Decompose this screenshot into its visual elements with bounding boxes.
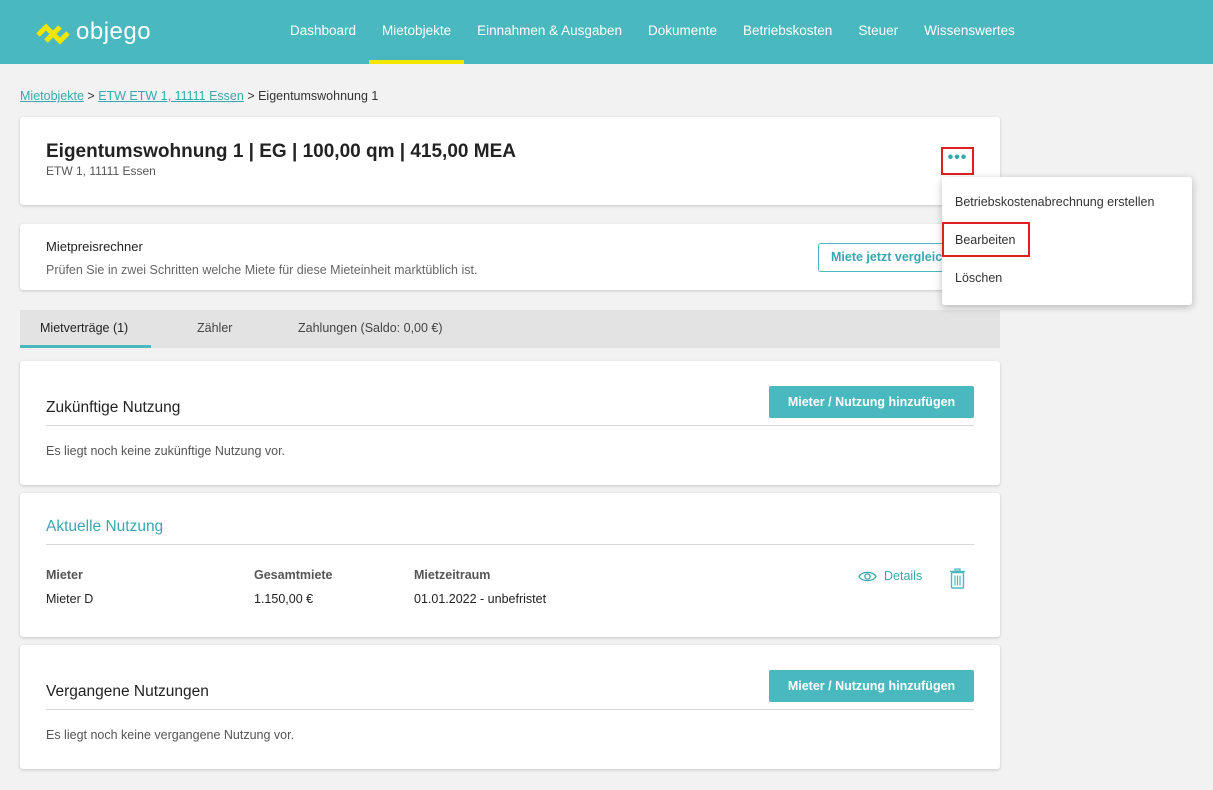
column-header-period: Mietzeitraum bbox=[414, 568, 491, 582]
tab-zaehler[interactable]: Zähler bbox=[197, 310, 232, 348]
more-options-menu: Betriebskostenabrechnung erstellen Bearb… bbox=[942, 177, 1192, 305]
unit-address: ETW 1, 11111 Essen bbox=[46, 164, 156, 178]
menu-item-delete[interactable]: Löschen bbox=[955, 271, 1002, 285]
top-navigation-bar: objego Dashboard Mietobjekte Einnahmen &… bbox=[0, 0, 1213, 64]
page-title: Eigentumswohnung 1 | EG | 100,00 qm | 41… bbox=[46, 141, 516, 162]
section-title: Vergangene Nutzungen bbox=[46, 683, 209, 700]
trash-icon bbox=[950, 568, 965, 589]
logo-text: objego bbox=[76, 18, 152, 45]
rental-period-value: 01.01.2022 - unbefristet bbox=[414, 592, 547, 606]
past-usage-card: Vergangene Nutzungen Mieter / Nutzung hi… bbox=[20, 645, 1000, 769]
nav-item-mietobjekte[interactable]: Mietobjekte bbox=[369, 0, 465, 64]
empty-state-text: Es liegt noch keine zukünftige Nutzung v… bbox=[46, 444, 286, 458]
objego-logo-icon bbox=[36, 23, 70, 45]
rent-calculator-title: Mietpreisrechner bbox=[46, 239, 143, 254]
menu-item-create-cost-statement[interactable]: Betriebskostenabrechnung erstellen bbox=[955, 195, 1154, 209]
breadcrumb: Mietobjekte > ETW ETW 1, 11111 Essen > E… bbox=[20, 89, 378, 103]
column-header-total-rent: Gesamtmiete bbox=[254, 568, 333, 582]
rent-calculator-description: Prüfen Sie in zwei Schritten welche Miet… bbox=[46, 263, 478, 277]
unit-header-card: Eigentumswohnung 1 | EG | 100,00 qm | 41… bbox=[20, 117, 1000, 205]
tab-zahlungen[interactable]: Zahlungen (Saldo: 0,00 €) bbox=[298, 310, 443, 348]
column-header-tenant: Mieter bbox=[46, 568, 83, 582]
nav-item-dashboard[interactable]: Dashboard bbox=[277, 0, 369, 64]
tab-mietvertraege[interactable]: Mietverträge (1) bbox=[20, 310, 151, 348]
more-options-button[interactable]: ••• bbox=[941, 147, 974, 175]
nav-item-einnahmen-ausgaben[interactable]: Einnahmen & Ausgaben bbox=[464, 0, 635, 64]
future-usage-card: Zukünftige Nutzung Mieter / Nutzung hinz… bbox=[20, 361, 1000, 485]
breadcrumb-link-mietobjekte[interactable]: Mietobjekte bbox=[20, 89, 84, 103]
divider bbox=[46, 709, 974, 710]
section-title: Zukünftige Nutzung bbox=[46, 399, 181, 416]
add-tenant-button[interactable]: Mieter / Nutzung hinzufügen bbox=[769, 386, 974, 418]
details-link[interactable]: Details bbox=[858, 569, 922, 583]
nav-item-steuer[interactable]: Steuer bbox=[845, 0, 911, 64]
tenant-name: Mieter D bbox=[46, 592, 94, 606]
breadcrumb-separator: > bbox=[243, 89, 259, 103]
divider bbox=[46, 544, 974, 545]
tab-bar: Mietverträge (1) Zähler Zahlungen (Saldo… bbox=[20, 310, 1000, 348]
delete-button[interactable] bbox=[949, 568, 966, 594]
main-nav: Dashboard Mietobjekte Einnahmen & Ausgab… bbox=[277, 0, 1028, 64]
compare-rent-button[interactable]: Miete jetzt vergleichen bbox=[818, 243, 958, 272]
objego-logo[interactable]: objego bbox=[36, 18, 151, 46]
total-rent-value: 1.150,00 € bbox=[254, 592, 314, 606]
breadcrumb-separator: > bbox=[83, 89, 99, 103]
breadcrumb-current: Eigentumswohnung 1 bbox=[258, 89, 379, 103]
empty-state-text: Es liegt noch keine vergangene Nutzung v… bbox=[46, 728, 295, 742]
nav-item-betriebskosten[interactable]: Betriebskosten bbox=[730, 0, 845, 64]
menu-item-edit[interactable]: Bearbeiten bbox=[955, 233, 1015, 247]
divider bbox=[46, 425, 974, 426]
more-horizontal-icon: ••• bbox=[947, 149, 968, 166]
details-label: Details bbox=[884, 569, 923, 583]
breadcrumb-link-property[interactable]: ETW ETW 1, 11111 Essen bbox=[98, 89, 244, 103]
nav-item-dokumente[interactable]: Dokumente bbox=[635, 0, 730, 64]
eye-icon bbox=[858, 571, 877, 581]
nav-item-wissenswertes[interactable]: Wissenswertes bbox=[911, 0, 1028, 64]
current-usage-card: Aktuelle Nutzung Mieter Gesamtmiete Miet… bbox=[20, 493, 1000, 637]
rent-calculator-card: Mietpreisrechner Prüfen Sie in zwei Schr… bbox=[20, 224, 1000, 290]
section-title: Aktuelle Nutzung bbox=[46, 518, 164, 535]
add-tenant-button[interactable]: Mieter / Nutzung hinzufügen bbox=[769, 670, 974, 702]
